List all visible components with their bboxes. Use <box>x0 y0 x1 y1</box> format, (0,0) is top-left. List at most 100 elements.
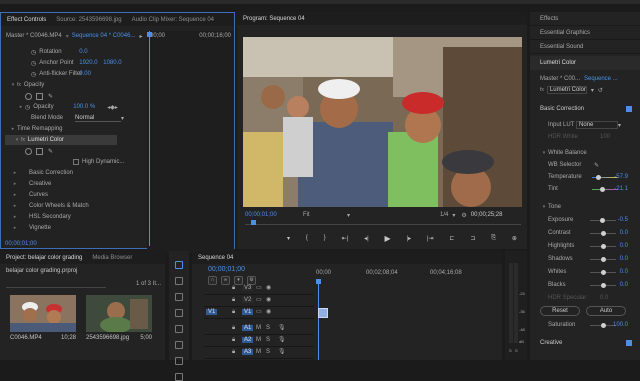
mark-in-icon[interactable]: ▾ <box>287 235 290 242</box>
lumetri-fx-select[interactable]: Lumetri Color <box>546 86 587 94</box>
highlights-value[interactable]: 0.0 <box>598 243 628 249</box>
source-patch-v1[interactable]: V1 <box>206 309 218 315</box>
chevron-down-icon[interactable]: ▾ <box>618 122 621 129</box>
saturation-value[interactable]: 100.0 <box>598 322 628 328</box>
expand-icon[interactable]: ▸ <box>11 192 19 198</box>
ripple-edit-tool-icon[interactable] <box>175 293 183 301</box>
track-label[interactable]: V1 <box>242 309 254 315</box>
project-item-jpg[interactable]: 2543596698.jpg 5;00 <box>86 295 152 343</box>
stopwatch-icon[interactable]: ◷ <box>31 71 36 78</box>
program-timecode[interactable]: 00;00;01;00 <box>245 212 303 218</box>
tab-project[interactable]: Project: belajar color grading <box>6 255 82 261</box>
expand-icon[interactable]: ▸ <box>11 181 19 187</box>
expand-icon[interactable]: ▸ <box>17 104 25 110</box>
type-tool-icon[interactable] <box>175 373 183 381</box>
ec-master-label[interactable]: Master * C0046.MP4 <box>6 33 62 39</box>
expand-icon[interactable]: ▸ <box>11 214 19 220</box>
expand-icon[interactable]: ▸ <box>11 170 19 176</box>
fx-icon[interactable]: fx <box>17 82 21 88</box>
stopwatch-icon[interactable]: ◷ <box>31 60 36 67</box>
reset-effect-icon[interactable]: ↺ <box>598 87 603 94</box>
go-to-in-icon[interactable]: ⇤| <box>342 235 349 242</box>
project-search-input[interactable] <box>6 281 106 288</box>
program-resolution-select[interactable]: 1/4 <box>440 212 448 218</box>
razor-tool-icon[interactable] <box>175 309 183 317</box>
chevron-down-icon[interactable]: ▾ <box>347 212 350 219</box>
expand-icon[interactable]: ▸ <box>11 225 19 231</box>
solo-button[interactable]: S <box>266 349 270 355</box>
blacks-value[interactable]: 0.0 <box>598 282 628 288</box>
track-select-tool-icon[interactable] <box>175 277 183 285</box>
toggle-sync-icon[interactable]: ▭ <box>256 296 262 303</box>
pen-tool-icon[interactable] <box>175 341 183 349</box>
solo-button[interactable]: S <box>266 337 270 343</box>
tab-source[interactable]: Source: 2543596698.jpg <box>56 17 121 23</box>
add-button-icon[interactable]: ⊕ <box>512 235 517 242</box>
whites-value[interactable]: 0.0 <box>598 269 628 275</box>
fx-icon[interactable]: fx <box>21 137 25 143</box>
track-lock-icon[interactable]: 🔒︎ <box>232 325 235 332</box>
contrast-value[interactable]: 0.0 <box>598 230 628 236</box>
eyedropper-icon[interactable]: ✎ <box>594 162 599 169</box>
rotation-value[interactable]: 0.0 <box>79 49 87 55</box>
anchor-x-value[interactable]: 1920.0 <box>79 60 103 66</box>
step-forward-icon[interactable]: |▸ <box>407 235 412 242</box>
pen-mask-icon[interactable]: ✎ <box>48 148 53 155</box>
white-balance-header[interactable]: ▾ White Balance <box>530 148 640 158</box>
chevron-down-icon[interactable]: ▾ <box>591 87 594 94</box>
track-label[interactable]: A3 <box>242 349 254 355</box>
track-label[interactable]: A1 <box>242 325 254 331</box>
ec-section-curves[interactable]: ▸ Curves <box>1 190 234 200</box>
essential-sound-link[interactable]: Essential Sound <box>530 40 640 54</box>
shadows-value[interactable]: 0.0 <box>598 256 628 262</box>
track-lock-icon[interactable]: 🔒︎ <box>232 297 235 304</box>
basic-correction-header[interactable]: Basic Correction <box>530 104 640 114</box>
mark-out-bracket-icon[interactable]: } <box>324 235 326 241</box>
anchor-y-value[interactable]: 1080.0 <box>103 60 121 66</box>
creative-checkbox[interactable] <box>626 340 632 346</box>
ec-section-creative[interactable]: ▸ Creative <box>1 179 234 189</box>
expand-icon[interactable]: ▸ <box>9 126 17 132</box>
eye-icon[interactable]: ◉ <box>266 308 271 315</box>
mic-icon[interactable]: 🎙︎ <box>278 324 286 331</box>
mark-in-bracket-icon[interactable]: { <box>306 235 308 241</box>
ec-sequence-label[interactable]: Sequence 04 * C0046... <box>72 33 136 39</box>
chevron-down-icon[interactable]: ▾ <box>66 33 69 40</box>
pen-mask-icon[interactable]: ✎ <box>48 93 53 100</box>
project-item-c0046[interactable]: C0046.MP4 10;28 <box>10 295 76 343</box>
opacity-value[interactable]: 100.0 % <box>73 104 107 110</box>
program-playhead[interactable] <box>251 220 256 225</box>
expand-icon[interactable]: ▾ <box>9 82 17 88</box>
toggle-sync-icon[interactable]: ▭ <box>256 284 262 291</box>
tab-media-browser[interactable]: Media Browser <box>92 255 132 261</box>
ec-section-vignette[interactable]: ▸ Vignette <box>1 223 234 233</box>
settings-icon[interactable]: ⚙ <box>461 212 466 219</box>
chevron-down-icon[interactable]: ▾ <box>452 212 455 219</box>
effects-link[interactable]: Effects <box>530 12 640 26</box>
mic-icon[interactable]: 🎙︎ <box>278 336 286 343</box>
timeline-playhead[interactable] <box>318 281 319 360</box>
rectangle-mask-icon[interactable] <box>36 92 43 100</box>
timeline-timecode[interactable]: 00;00;01;00 <box>208 266 245 273</box>
expand-icon[interactable]: ▾ <box>13 137 21 143</box>
ec-opacity-section[interactable]: ▾ fx Opacity <box>1 80 234 90</box>
input-lut-select[interactable]: None <box>576 121 618 129</box>
hand-tool-icon[interactable] <box>175 357 183 365</box>
anti-flicker-value[interactable]: 0.00 <box>79 71 91 77</box>
keyframe-nav-icon[interactable]: ◂◆▸ <box>107 104 118 111</box>
reset-button[interactable]: Reset <box>540 306 580 316</box>
program-video-frame[interactable] <box>243 37 522 207</box>
tab-effect-controls[interactable]: Effect Controls <box>7 17 46 23</box>
ellipse-mask-icon[interactable] <box>25 147 32 155</box>
expand-icon[interactable]: ▸ <box>11 203 19 209</box>
expand-icon[interactable]: ▾ <box>540 204 548 210</box>
tone-header[interactable]: ▾ Tone <box>530 202 640 212</box>
lumetri-master[interactable]: Master * C00... <box>540 76 584 82</box>
tab-sequence[interactable]: Sequence 04 <box>198 255 233 261</box>
timeline-clip-v1[interactable] <box>318 308 328 318</box>
basic-correction-checkbox[interactable] <box>626 106 632 112</box>
lumetri-tab[interactable]: Lumetri Color <box>530 56 640 70</box>
mute-button[interactable]: M <box>256 325 261 331</box>
track-label[interactable]: A2 <box>242 337 254 343</box>
tab-program[interactable]: Program: Sequence 04 <box>243 16 305 22</box>
